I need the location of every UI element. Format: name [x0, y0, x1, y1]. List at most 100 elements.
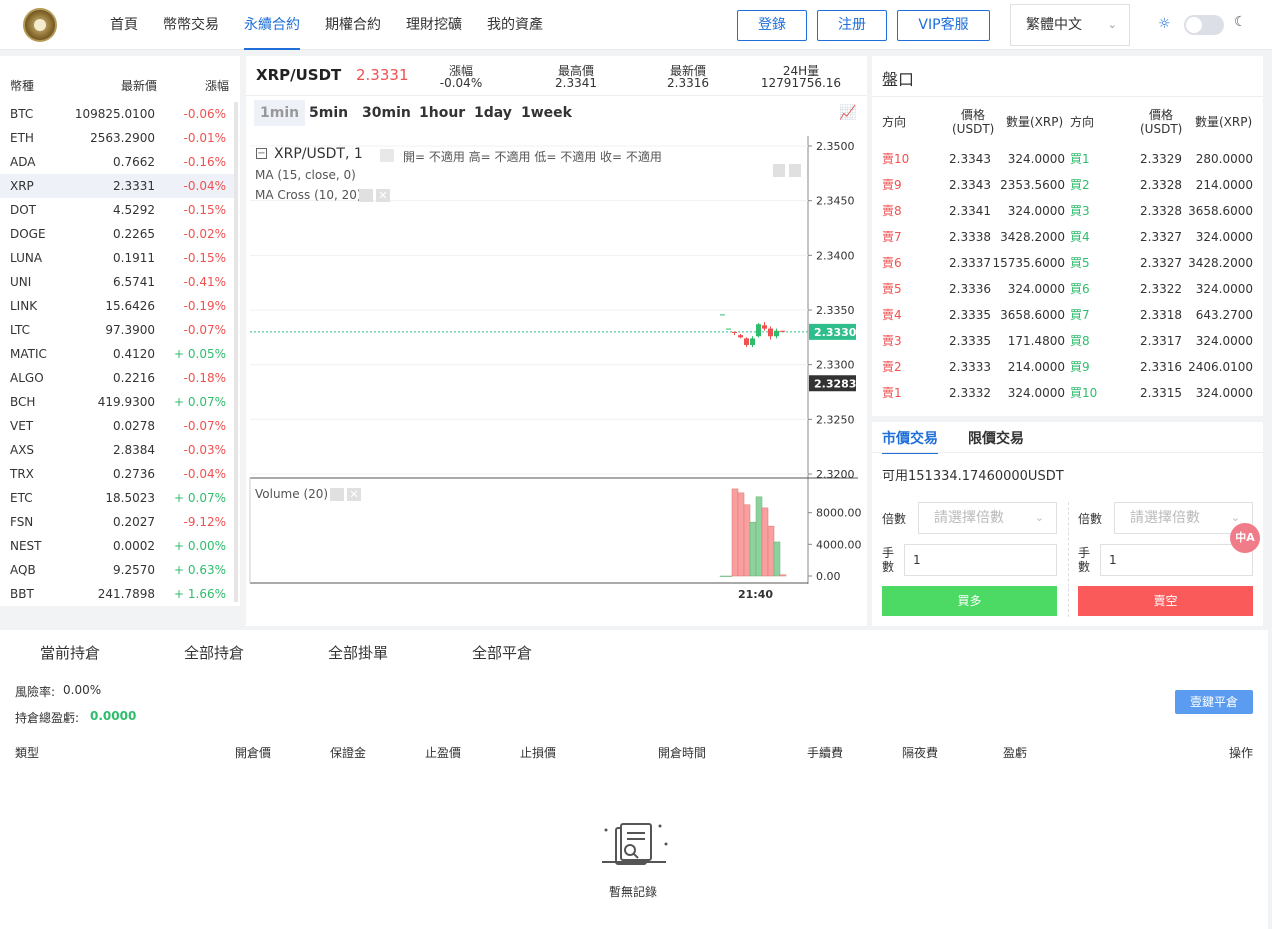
coin-row-nest[interactable]: NEST 0.0002 + 0.00% [0, 534, 237, 558]
register-button[interactable]: 注册 [817, 10, 887, 41]
nav-perpetual[interactable]: 永續合約 [244, 0, 300, 50]
coin-price: 4.5292 [113, 203, 155, 217]
coin-row-matic[interactable]: MATIC 0.4120 + 0.05% [0, 342, 237, 366]
price-chart[interactable]: 2.3500 2.3450 2.3400 2.3350 2.3300 2.3250 2.32… [246, 56, 867, 626]
coin-row-trx[interactable]: TRX 0.2736 -0.04% [0, 462, 237, 486]
volume-bar [761, 507, 769, 577]
ma-settings-icon[interactable] [359, 189, 373, 202]
col-overnight-fee: 隔夜費 [902, 746, 939, 760]
sell-qty: 2353.5600 [1000, 178, 1065, 192]
buy-price: 2.3316 [1140, 360, 1182, 374]
volume-bar [731, 488, 739, 577]
coin-list-scrollbar[interactable] [234, 102, 238, 602]
sell-price: 2.3333 [949, 360, 991, 374]
translate-icon[interactable]: 中A [1230, 523, 1260, 553]
book-row[interactable]: 賣4 2.3335 3658.6000 買7 2.3318 643.2700 [872, 302, 1263, 328]
buy-level-label: 買1 [1070, 152, 1090, 166]
coin-price: 0.2216 [113, 371, 155, 385]
sell-qty: 324.0000 [1007, 282, 1065, 296]
theme-toggle[interactable] [1184, 15, 1224, 35]
book-row[interactable]: 賣7 2.3338 3428.2000 買4 2.3327 324.0000 [872, 224, 1263, 250]
nav-assets[interactable]: 我的資產 [487, 0, 543, 50]
book-row[interactable]: 賣5 2.3336 324.0000 買6 2.3322 324.0000 [872, 276, 1263, 302]
coin-price: 109825.0100 [74, 107, 155, 121]
tab-all-closed[interactable]: 全部平倉 [472, 642, 532, 663]
buy-price: 2.3327 [1140, 230, 1182, 244]
coin-row-fsn[interactable]: FSN 0.2027 -9.12% [0, 510, 237, 534]
tab-limit-trade[interactable]: 限價交易 [968, 428, 1024, 448]
volume-close-icon[interactable]: ✕ [347, 488, 361, 501]
tab-all-orders[interactable]: 全部掛單 [328, 642, 388, 663]
language-select[interactable]: 繁體中文 ⌄ [1010, 4, 1130, 46]
book-row[interactable]: 賣2 2.3333 214.0000 買9 2.3316 2406.0100 [872, 354, 1263, 380]
chart-scroll-icon[interactable] [773, 164, 785, 177]
coin-row-ltc[interactable]: LTC 97.3900 -0.07% [0, 318, 237, 342]
coin-price: 18.5023 [105, 491, 155, 505]
tab-market-trade[interactable]: 市價交易 [882, 428, 938, 454]
coin-row-xrp[interactable]: XRP 2.3331 -0.04% [0, 174, 237, 198]
collapse-legend-icon[interactable]: − [256, 148, 267, 159]
coin-row-ada[interactable]: ADA 0.7662 -0.16% [0, 150, 237, 174]
buy-qty-input[interactable]: 1 [904, 544, 1057, 576]
coin-col-price: 最新價 [121, 79, 158, 93]
chart-legend-title: XRP/USDT, 1 [274, 146, 363, 162]
ma-close-icon[interactable]: ✕ [376, 189, 390, 202]
coin-symbol: LUNA [10, 251, 43, 265]
coin-row-doge[interactable]: DOGE 0.2265 -0.02% [0, 222, 237, 246]
coin-row-luna[interactable]: LUNA 0.1911 -0.15% [0, 246, 237, 270]
coin-row-btc[interactable]: BTC 109825.0100 -0.06% [0, 102, 237, 126]
coin-row-aqb[interactable]: AQB 9.2570 + 0.63% [0, 558, 237, 582]
coin-change: -0.19% [183, 299, 226, 313]
coin-symbol: DOT [10, 203, 37, 217]
logo[interactable] [23, 8, 57, 42]
sell-qty-input[interactable]: 1 [1100, 544, 1253, 576]
nav-home[interactable]: 首頁 [110, 0, 138, 50]
coin-change: + 0.05% [174, 347, 226, 361]
nav-options[interactable]: 期權合約 [325, 0, 381, 50]
coin-row-vet[interactable]: VET 0.0278 -0.07% [0, 414, 237, 438]
volume-bar [773, 541, 781, 577]
coin-row-axs[interactable]: AXS 2.8384 -0.03% [0, 438, 237, 462]
candle-body [774, 330, 779, 337]
coin-price: 0.0002 [113, 539, 155, 553]
candle-body [732, 331, 737, 333]
book-row[interactable]: 賣3 2.3335 171.4800 買8 2.3317 324.0000 [872, 328, 1263, 354]
sell-short-button[interactable]: 賣空 [1078, 586, 1253, 616]
buy-price: 2.3317 [1140, 334, 1182, 348]
book-row[interactable]: 賣8 2.3341 324.0000 買3 2.3328 3658.6000 [872, 198, 1263, 224]
coin-price: 0.1911 [113, 251, 155, 265]
nav-mining[interactable]: 理財挖礦 [406, 0, 462, 50]
coin-row-etc[interactable]: ETC 18.5023 + 0.07% [0, 486, 237, 510]
coin-row-eth[interactable]: ETH 2563.2900 -0.01% [0, 126, 237, 150]
coin-row-uni[interactable]: UNI 6.5741 -0.41% [0, 270, 237, 294]
coin-row-link[interactable]: LINK 15.6426 -0.19% [0, 294, 237, 318]
book-row[interactable]: 賣10 2.3343 324.0000 買1 2.3329 280.0000 [872, 146, 1263, 172]
settings-icon[interactable] [380, 149, 394, 162]
buy-qty: 214.0000 [1195, 178, 1253, 192]
vip-service-button[interactable]: VIP客服 [897, 10, 990, 41]
buy-leverage-select[interactable]: 請選擇倍數 ⌄ [918, 502, 1057, 534]
chart-maximize-icon[interactable] [789, 164, 801, 177]
trade-split-divider [1068, 502, 1069, 617]
chart-panel: XRP/USDT 2.3331 漲幅 -0.04% 最高價 2.3341 最新價… [246, 56, 867, 626]
sell-price: 2.3336 [949, 282, 991, 296]
book-row[interactable]: 賣6 2.3337 15735.6000 買5 2.3327 3428.2000 [872, 250, 1263, 276]
sell-level-label: 賣10 [882, 152, 910, 166]
coin-price: 0.4120 [113, 347, 155, 361]
volume-settings-icon[interactable] [330, 488, 344, 501]
coin-row-algo[interactable]: ALGO 0.2216 -0.18% [0, 366, 237, 390]
book-price-header-buy: 價格 (USDT) [1140, 108, 1183, 136]
tab-current-positions[interactable]: 當前持倉 [40, 642, 100, 663]
book-row[interactable]: 賣1 2.3332 324.0000 買10 2.3315 324.0000 [872, 380, 1263, 406]
book-row[interactable]: 賣9 2.3343 2353.5600 買2 2.3328 214.0000 [872, 172, 1263, 198]
buy-long-button[interactable]: 買多 [882, 586, 1057, 616]
login-button[interactable]: 登錄 [737, 10, 807, 41]
coin-row-bch[interactable]: BCH 419.9300 + 0.07% [0, 390, 237, 414]
close-all-button[interactable]: 壹鍵平倉 [1175, 690, 1253, 714]
nav-spot[interactable]: 幣幣交易 [163, 0, 219, 50]
coin-row-bbt[interactable]: BBT 241.7898 + 1.66% [0, 582, 237, 606]
tab-all-positions[interactable]: 全部持倉 [184, 642, 244, 663]
coin-row-dot[interactable]: DOT 4.5292 -0.15% [0, 198, 237, 222]
buy-price: 2.3328 [1140, 204, 1182, 218]
language-label: 繁體中文 [1026, 17, 1082, 33]
